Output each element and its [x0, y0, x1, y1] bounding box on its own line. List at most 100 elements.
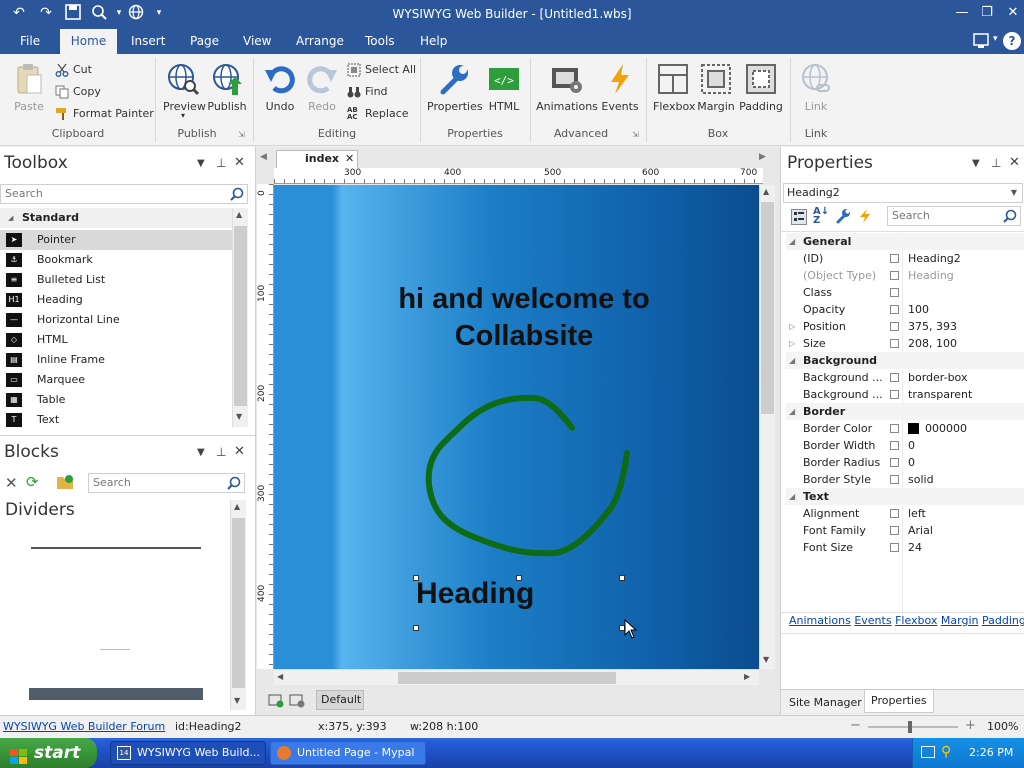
zoom-slider[interactable]	[868, 726, 958, 728]
cut-button[interactable]: Cut	[55, 61, 92, 79]
blocks-search-input[interactable]: Search	[88, 473, 245, 493]
property-row[interactable]: (ID) Heading2	[786, 250, 1024, 267]
pin-icon[interactable]: ⊥	[991, 156, 1001, 170]
canvas-horizontal-scrollbar[interactable]: ◀ ▶	[274, 669, 759, 685]
select-all-button[interactable]: Select All	[347, 61, 416, 79]
expand-icon[interactable]: ▷	[789, 318, 795, 335]
pin-icon[interactable]: ⊥	[216, 156, 226, 170]
tab-page[interactable]: Page	[180, 29, 229, 54]
property-value[interactable]: solid	[908, 471, 934, 488]
replace-button[interactable]: AB AC Replace	[347, 105, 409, 123]
property-row[interactable]: Font Size 24	[786, 539, 1024, 556]
sort-az-icon[interactable]: A↓ Z	[813, 207, 829, 226]
property-value[interactable]: Arial	[908, 522, 933, 539]
lightning-icon[interactable]	[857, 208, 873, 227]
property-value[interactable]: 100	[908, 301, 929, 318]
animations-link[interactable]: Animations	[789, 614, 851, 627]
layer-default-tab[interactable]: Default	[316, 690, 364, 710]
property-row[interactable]: ▷ Size 208, 100	[786, 335, 1024, 352]
pin-icon[interactable]: ⊥	[216, 445, 226, 459]
divider-block-preview[interactable]	[31, 547, 201, 549]
undo-button[interactable]: Undo	[262, 62, 298, 113]
forum-link[interactable]: WYSIWYG Web Builder Forum	[3, 720, 165, 733]
collapse-icon[interactable]: ◢	[789, 403, 795, 420]
scroll-thumb[interactable]	[232, 518, 245, 688]
search-tray-icon[interactable]: ⚲	[941, 744, 951, 760]
property-value[interactable]: transparent	[908, 386, 972, 403]
margin-button[interactable]: Margin	[697, 62, 735, 113]
layer-settings-icon[interactable]	[289, 692, 305, 711]
chevron-down-icon[interactable]: ▼	[972, 158, 980, 169]
scroll-left-icon[interactable]: ◀	[277, 672, 283, 681]
heading2-element[interactable]: Heading	[416, 577, 623, 627]
resize-handle[interactable]	[413, 625, 419, 631]
property-category[interactable]: ◢ General	[786, 233, 1024, 250]
property-row[interactable]: Border Color 000000	[786, 420, 1024, 437]
collapse-icon[interactable]: ◢	[789, 488, 795, 505]
zoom-in-icon[interactable]: +	[965, 718, 976, 733]
tab-properties[interactable]: Properties	[864, 690, 934, 713]
property-row[interactable]: Class	[786, 284, 1024, 301]
collapse-icon[interactable]: ◢	[789, 352, 795, 369]
format-painter-button[interactable]: Format Painter	[55, 105, 154, 123]
redo-button[interactable]: Redo	[304, 62, 340, 113]
divider-block-preview[interactable]	[29, 688, 203, 700]
delete-icon[interactable]: ✕	[5, 474, 18, 492]
scroll-up-icon[interactable]: ▲	[234, 502, 240, 511]
dialog-launcher-icon[interactable]: ⇲	[238, 130, 245, 139]
html-button[interactable]: </> HTML	[485, 62, 523, 113]
property-checkbox[interactable]	[890, 441, 899, 450]
property-checkbox[interactable]	[890, 543, 899, 552]
events-button[interactable]: Events	[601, 62, 639, 113]
network-icon[interactable]	[921, 744, 937, 760]
toolbox-item[interactable]: H1 Heading	[0, 290, 232, 310]
close-icon[interactable]: ✕	[234, 444, 245, 459]
property-checkbox[interactable]	[890, 288, 899, 297]
property-category[interactable]: ◢ Text	[786, 488, 1024, 505]
tab-insert[interactable]: Insert	[121, 29, 175, 54]
toolbox-item[interactable]: ▭ Marquee	[0, 370, 232, 390]
toolbox-item[interactable]: ▦ Table	[0, 390, 232, 410]
property-checkbox[interactable]	[890, 509, 899, 518]
search-icon[interactable]	[1003, 209, 1017, 223]
padding-link[interactable]: Padding	[982, 614, 1024, 627]
scroll-thumb[interactable]	[761, 202, 774, 414]
toolbox-item[interactable]: — Horizontal Line	[0, 310, 232, 330]
tab-file[interactable]: File	[10, 29, 50, 54]
flexbox-link[interactable]: Flexbox	[895, 614, 937, 627]
expand-icon[interactable]: ▷	[789, 335, 795, 352]
tab-tools[interactable]: Tools	[355, 29, 405, 54]
taskbar-item-mypal[interactable]: Untitled Page - Mypal	[270, 741, 426, 765]
property-row[interactable]: ▷ Position 375, 393	[786, 318, 1024, 335]
padding-button[interactable]: Padding	[738, 62, 784, 113]
wrench-icon[interactable]	[835, 208, 851, 227]
property-category[interactable]: ◢ Background	[786, 352, 1024, 369]
collapse-icon[interactable]: ◢	[789, 233, 795, 250]
property-row[interactable]: Background ... border-box	[786, 369, 1024, 386]
property-value[interactable]: 0	[908, 437, 915, 454]
add-layer-icon[interactable]	[268, 692, 284, 711]
property-checkbox[interactable]	[890, 458, 899, 467]
divider-block-preview[interactable]	[100, 649, 130, 650]
resize-handle[interactable]	[619, 575, 625, 581]
tab-help[interactable]: Help	[410, 29, 457, 54]
tab-scroll-right-icon[interactable]: ▶	[759, 152, 766, 162]
tab-arrange[interactable]: Arrange	[286, 29, 354, 54]
toolbox-scrollbar[interactable]: ▲ ▼	[232, 208, 248, 427]
property-row[interactable]: Font Family Arial	[786, 522, 1024, 539]
zoom-slider-thumb[interactable]	[908, 721, 912, 733]
close-icon[interactable]: ✕	[1009, 155, 1020, 170]
property-value[interactable]: 24	[908, 539, 922, 556]
document-tab-index[interactable]: index ✕	[276, 150, 358, 168]
find-button[interactable]: Find	[347, 83, 388, 101]
property-row[interactable]: Alignment left	[786, 505, 1024, 522]
canvas-vertical-scrollbar[interactable]: ▲ ▼	[759, 185, 775, 669]
property-row[interactable]: (Object Type) Heading	[786, 267, 1024, 284]
chevron-down-icon[interactable]: ▾	[993, 34, 998, 44]
property-checkbox[interactable]	[890, 390, 899, 399]
property-value[interactable]: Heading2	[908, 250, 961, 267]
toolbox-search-input[interactable]: Search	[0, 184, 248, 204]
object-selector[interactable]: Heading2 ▼	[783, 183, 1023, 203]
dialog-launcher-icon[interactable]: ⇲	[632, 130, 639, 139]
color-swatch[interactable]	[908, 423, 919, 434]
